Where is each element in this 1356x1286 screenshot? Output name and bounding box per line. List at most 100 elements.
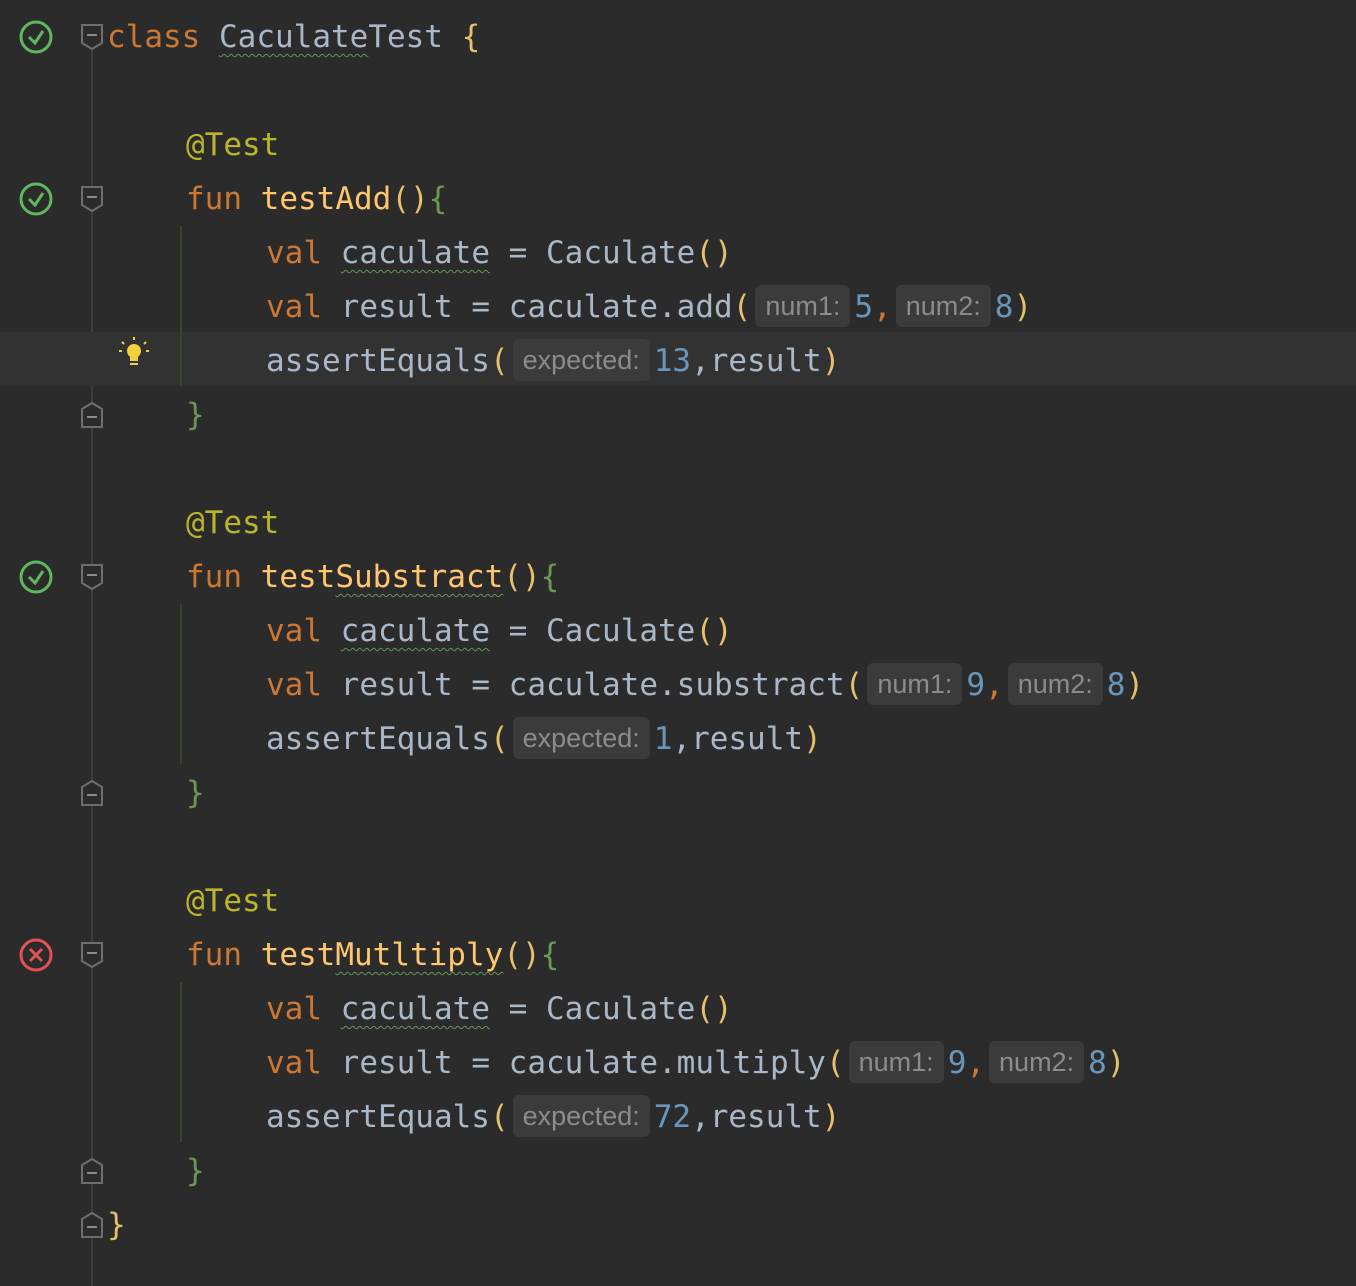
constructor: Caculate: [546, 991, 696, 1027]
code-text[interactable]: @Test: [107, 874, 279, 928]
code-text[interactable]: @Test: [107, 118, 279, 172]
method-name: add: [676, 289, 733, 325]
number-literal: 13: [653, 343, 692, 379]
code-line[interactable]: val result = caculate.add(num1: 5, num2: 8): [0, 280, 1356, 334]
fold-marker-icon[interactable]: [80, 563, 104, 591]
code-line[interactable]: }: [0, 1144, 1356, 1198]
check-circle-icon[interactable]: [18, 181, 54, 217]
fold-end-icon[interactable]: [80, 1211, 104, 1239]
variable: caculate: [340, 613, 490, 649]
method-name: substract: [676, 667, 845, 703]
brace: {: [540, 937, 560, 973]
paren-open: (: [489, 1099, 509, 1135]
number-literal: 1: [653, 721, 673, 757]
code-text[interactable]: class CaculateTest {: [107, 10, 480, 64]
code-text[interactable]: val caculate = Caculate(): [107, 226, 733, 280]
code-text[interactable]: val result = caculate.substract(num1: 9, n…: [107, 658, 1144, 712]
class-name: Caculate: [219, 19, 369, 55]
parameter-hint: num1:: [867, 662, 963, 705]
code-line[interactable]: val result = caculate.substract(num1: 9, n…: [0, 658, 1356, 712]
code-text[interactable]: }: [107, 388, 205, 442]
code-text[interactable]: fun testAdd(){: [107, 172, 447, 226]
code-line[interactable]: }: [0, 388, 1356, 442]
code-text[interactable]: @Test: [107, 496, 279, 550]
code-line[interactable]: fun testSubstract(){: [0, 550, 1356, 604]
brace: }: [186, 397, 205, 433]
code-line[interactable]: val caculate = Caculate(): [0, 982, 1356, 1036]
brace: }: [186, 775, 205, 811]
parameter-hint: num1:: [755, 284, 851, 327]
code-line[interactable]: class CaculateTest {: [0, 10, 1356, 64]
code-line[interactable]: @Test: [0, 874, 1356, 928]
number-literal: 72: [653, 1099, 692, 1135]
code-line[interactable]: @Test: [0, 496, 1356, 550]
constructor: Caculate: [546, 235, 696, 271]
parens: (): [695, 613, 733, 649]
paren-open: (: [732, 289, 752, 325]
code-text[interactable]: }: [107, 1144, 205, 1198]
brace: }: [107, 1207, 126, 1243]
receiver: caculate.: [508, 667, 677, 703]
code-line[interactable]: assertEquals(expected: 13,result): [0, 334, 1356, 388]
parens: (): [695, 235, 733, 271]
comma: ,: [985, 667, 1004, 703]
code-text[interactable]: val caculate = Caculate(): [107, 982, 733, 1036]
code-text[interactable]: fun testSubstract(){: [107, 550, 559, 604]
paren-open: (: [489, 343, 509, 379]
code-line[interactable]: val result = caculate.multiply(num1: 9, nu…: [0, 1036, 1356, 1090]
keyword: val: [266, 235, 322, 271]
class-name-suffix: Test: [368, 19, 443, 55]
fold-marker-icon[interactable]: [80, 185, 104, 213]
function-call: assertEquals: [266, 343, 490, 379]
parameter-hint: num2:: [989, 1040, 1085, 1083]
number-literal: 8: [994, 289, 1014, 325]
parens: (): [503, 937, 541, 973]
code-line[interactable]: assertEquals(expected: 72,result): [0, 1090, 1356, 1144]
code-line[interactable]: }: [0, 766, 1356, 820]
paren-open: (: [825, 1045, 845, 1081]
code-line[interactable]: val caculate = Caculate(): [0, 604, 1356, 658]
code-text[interactable]: val result = caculate.add(num1: 5, num2: 8): [107, 280, 1032, 334]
operator: =: [508, 991, 528, 1027]
code-line[interactable]: fun testMutltiply(){: [0, 928, 1356, 982]
parens: (): [695, 991, 733, 1027]
annotation: @Test: [186, 883, 280, 919]
function-name: test: [260, 181, 336, 217]
code-line[interactable]: val caculate = Caculate(): [0, 226, 1356, 280]
code-line[interactable]: assertEquals(expected: 1,result): [0, 712, 1356, 766]
code-text[interactable]: fun testMutltiply(){: [107, 928, 559, 982]
x-circle-icon[interactable]: [18, 937, 54, 973]
code-text[interactable]: val caculate = Caculate(): [107, 604, 733, 658]
code-text[interactable]: }: [107, 766, 205, 820]
code-text[interactable]: assertEquals(expected: 13,result): [107, 334, 840, 388]
keyword: val: [266, 613, 322, 649]
constructor: Caculate: [546, 613, 696, 649]
code-text[interactable]: val result = caculate.multiply(num1: 9, nu…: [107, 1036, 1125, 1090]
code-text[interactable]: }: [107, 1198, 126, 1252]
brace: }: [186, 1153, 205, 1189]
brace: {: [540, 559, 560, 595]
fold-end-icon[interactable]: [80, 779, 104, 807]
fold-marker-icon[interactable]: [80, 23, 104, 51]
function-name-suffix: Add: [335, 181, 392, 217]
brace: {: [428, 181, 448, 217]
keyword: val: [266, 289, 322, 325]
keyword: val: [266, 667, 322, 703]
code-text[interactable]: assertEquals(expected: 1,result): [107, 712, 822, 766]
fold-marker-icon[interactable]: [80, 941, 104, 969]
code-text[interactable]: assertEquals(expected: 72,result): [107, 1090, 840, 1144]
function-name-suffix: Mutltiply: [335, 937, 504, 973]
code-line[interactable]: fun testAdd(){: [0, 172, 1356, 226]
fold-end-icon[interactable]: [80, 1157, 104, 1185]
operator: =: [508, 613, 528, 649]
parens: (): [391, 181, 429, 217]
receiver: caculate.: [508, 289, 677, 325]
code-line[interactable]: }: [0, 1198, 1356, 1252]
code-line[interactable]: @Test: [0, 118, 1356, 172]
check-circle-icon[interactable]: [18, 19, 54, 55]
fold-end-icon[interactable]: [80, 401, 104, 429]
paren-close: ): [1125, 667, 1145, 703]
keyword: fun: [186, 937, 242, 973]
method-name: multiply: [676, 1045, 826, 1081]
check-circle-icon[interactable]: [18, 559, 54, 595]
